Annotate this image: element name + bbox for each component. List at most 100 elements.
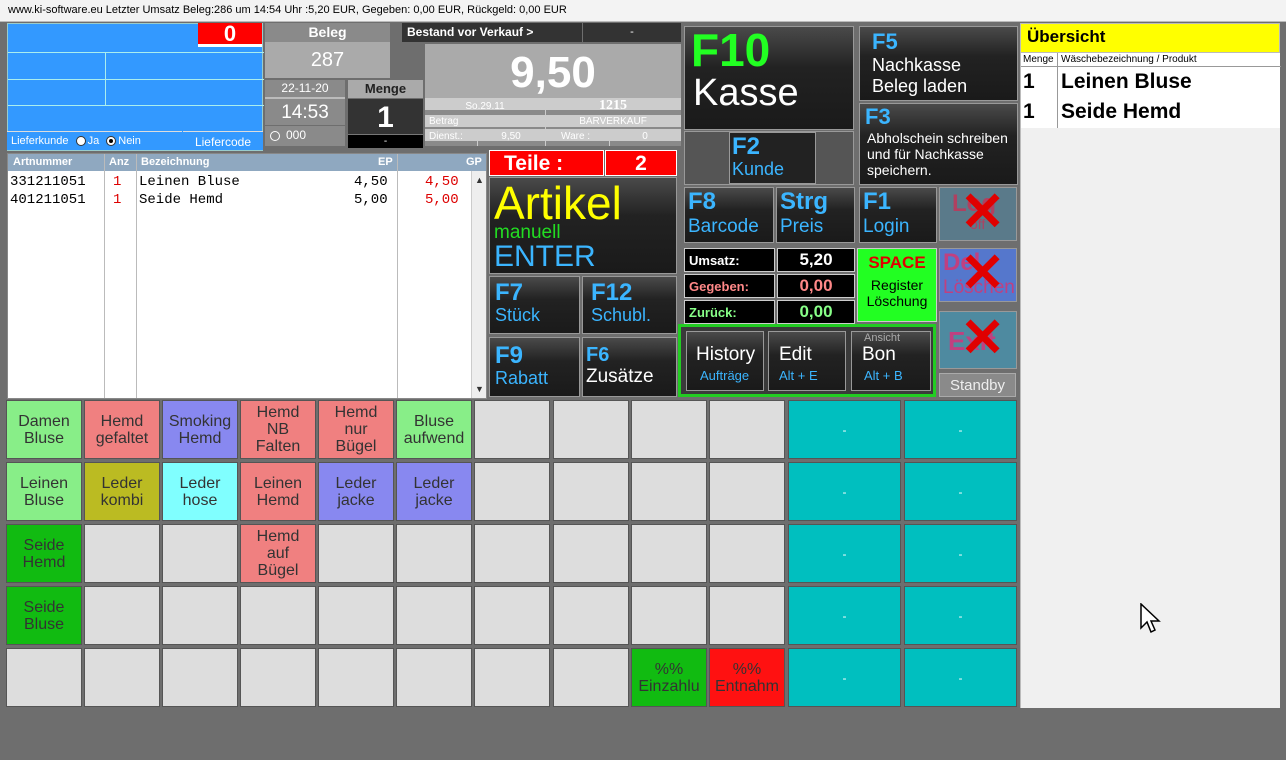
- empty-product-slot[interactable]: [631, 524, 707, 583]
- f12-schubl-button[interactable]: F12 Schubl.: [582, 276, 677, 334]
- quick-slot-button[interactable]: -: [788, 586, 901, 645]
- quick-slot-button[interactable]: -: [788, 400, 901, 459]
- empty-product-slot[interactable]: [6, 648, 82, 707]
- product-label: Seide Hemd: [22, 536, 66, 571]
- product-button[interactable]: Bluse aufwend: [396, 400, 472, 459]
- edit-button[interactable]: Edit Alt + E: [768, 331, 846, 391]
- empty-product-slot[interactable]: [474, 400, 550, 459]
- f7-stueck-button[interactable]: F7 Stück: [489, 276, 580, 334]
- table-row[interactable]: 331211051 1 Leinen Bluse 4,50 4,50: [8, 173, 478, 191]
- verkauf-label: BARVERKAUF: [579, 116, 647, 127]
- empty-product-slot[interactable]: [553, 586, 629, 645]
- empty-product-slot[interactable]: [318, 648, 394, 707]
- empty-product-slot[interactable]: [709, 462, 785, 521]
- empty-product-slot[interactable]: [709, 524, 785, 583]
- bon-button[interactable]: Ansicht Bon Alt + B: [851, 331, 931, 391]
- f5-nachkasse-button[interactable]: F5 Nachkasse Beleg laden: [859, 26, 1018, 101]
- product-button[interactable]: Leinen Hemd: [240, 462, 316, 521]
- quick-slot-button[interactable]: -: [904, 586, 1017, 645]
- product-label: Hemd nur Bügel: [334, 404, 378, 455]
- empty-product-slot[interactable]: [709, 400, 785, 459]
- standby-button[interactable]: Standby: [939, 373, 1016, 397]
- product-button[interactable]: %% Entnahm: [709, 648, 785, 707]
- f8-barcode-button[interactable]: F8 Barcode: [684, 187, 774, 243]
- history-button[interactable]: History Aufträge: [686, 331, 764, 391]
- empty-product-slot[interactable]: [162, 586, 238, 645]
- product-button[interactable]: Damen Bluse: [6, 400, 82, 459]
- product-button[interactable]: Smoking Hemd: [162, 400, 238, 459]
- uebersicht-row: 1 Seide Hemd: [1023, 100, 1182, 123]
- f6-zusaetze-button[interactable]: F6 Zusätze: [582, 337, 677, 397]
- empty-product-slot[interactable]: [240, 648, 316, 707]
- empty-product-slot[interactable]: [631, 400, 707, 459]
- empty-product-slot[interactable]: [553, 462, 629, 521]
- empty-product-slot[interactable]: [396, 648, 472, 707]
- list-scrollbar[interactable]: ▲ ▼: [471, 171, 486, 398]
- exit-button[interactable]: Exit ✕: [939, 311, 1017, 369]
- quick-slot-button[interactable]: -: [788, 462, 901, 521]
- empty-product-slot[interactable]: [318, 524, 394, 583]
- artikel-manuell-button[interactable]: Artikel manuell ENTER: [489, 177, 677, 274]
- empty-product-slot[interactable]: [553, 400, 629, 459]
- logoff-button[interactable]: Log off ✕: [939, 187, 1017, 241]
- item-list[interactable]: Artnummer Anz Bezeichnung EP GP 33121105…: [7, 153, 487, 399]
- empty-product-slot[interactable]: [84, 524, 160, 583]
- empty-product-slot[interactable]: [396, 524, 472, 583]
- scroll-down-icon[interactable]: ▼: [475, 384, 484, 394]
- quick-slot-button[interactable]: -: [904, 648, 1017, 707]
- empty-product-slot[interactable]: [84, 648, 160, 707]
- product-button[interactable]: Hemd auf Bügel: [240, 524, 316, 583]
- dienst-label: Dienst.:: [429, 131, 463, 142]
- empty-product-slot[interactable]: [162, 524, 238, 583]
- product-button[interactable]: Hemd gefaltet: [84, 400, 160, 459]
- empty-product-slot[interactable]: [553, 648, 629, 707]
- product-button[interactable]: Leder jacke: [396, 462, 472, 521]
- empty-product-slot[interactable]: [240, 586, 316, 645]
- product-button[interactable]: %% Einzahlu: [631, 648, 707, 707]
- empty-product-slot[interactable]: [474, 462, 550, 521]
- empty-product-slot[interactable]: [709, 586, 785, 645]
- empty-product-slot[interactable]: [631, 586, 707, 645]
- empty-product-slot[interactable]: [474, 586, 550, 645]
- quick-slot-button[interactable]: -: [904, 524, 1017, 583]
- register-loeschung-button[interactable]: SPACE Register Löschung: [857, 248, 937, 322]
- empty-product-slot[interactable]: [553, 524, 629, 583]
- product-button[interactable]: Leder jacke: [318, 462, 394, 521]
- product-button[interactable]: Leder hose: [162, 462, 238, 521]
- empty-product-slot[interactable]: [396, 586, 472, 645]
- scroll-up-icon[interactable]: ▲: [475, 175, 484, 185]
- f10-kasse-button[interactable]: F10 Kasse: [684, 24, 854, 130]
- close-x-icon: ✕: [960, 311, 1006, 368]
- liefercode-button[interactable]: Liefercode: [183, 131, 263, 150]
- product-button[interactable]: Hemd nur Bügel: [318, 400, 394, 459]
- product-button[interactable]: Leinen Bluse: [6, 462, 82, 521]
- product-label: %% Einzahlu: [638, 660, 700, 695]
- empty-product-slot[interactable]: [631, 462, 707, 521]
- quick-slot-button[interactable]: -: [788, 648, 901, 707]
- quick-slot-button[interactable]: -: [904, 400, 1017, 459]
- f3-abholschein-button[interactable]: F3 Abholschein schreiben und für Nachkas…: [859, 103, 1018, 185]
- product-button[interactable]: Seide Bluse: [6, 586, 82, 645]
- empty-product-slot[interactable]: [84, 586, 160, 645]
- table-row[interactable]: 401211051 1 Seide Hemd 5,00 5,00: [8, 191, 478, 209]
- menge-value[interactable]: 1: [348, 99, 423, 134]
- empty-product-slot[interactable]: [162, 648, 238, 707]
- f1-login-button[interactable]: F1 Login: [859, 187, 937, 243]
- empty-product-slot[interactable]: [474, 648, 550, 707]
- quick-slot-button[interactable]: -: [904, 462, 1017, 521]
- nein-radio[interactable]: [106, 136, 117, 147]
- quick-slot-button[interactable]: -: [788, 524, 901, 583]
- delete-button[interactable]: Del Löschen ✕: [939, 248, 1017, 302]
- f2-kunde-button[interactable]: F2 Kunde: [729, 132, 816, 184]
- ja-radio[interactable]: [75, 136, 86, 147]
- strg-preis-button[interactable]: Strg Preis: [776, 187, 855, 243]
- empty-product-slot[interactable]: [474, 524, 550, 583]
- umsatz-label: Umsatz:: [684, 248, 775, 272]
- product-button[interactable]: Hemd NB Falten: [240, 400, 316, 459]
- product-button[interactable]: Seide Hemd: [6, 524, 82, 583]
- total-display: 9,50: [425, 44, 681, 98]
- f9-rabatt-button[interactable]: F9 Rabatt: [489, 337, 580, 397]
- empty-product-slot[interactable]: [318, 586, 394, 645]
- product-button[interactable]: Leder kombi: [84, 462, 160, 521]
- product-label: Leder jacke: [335, 474, 377, 509]
